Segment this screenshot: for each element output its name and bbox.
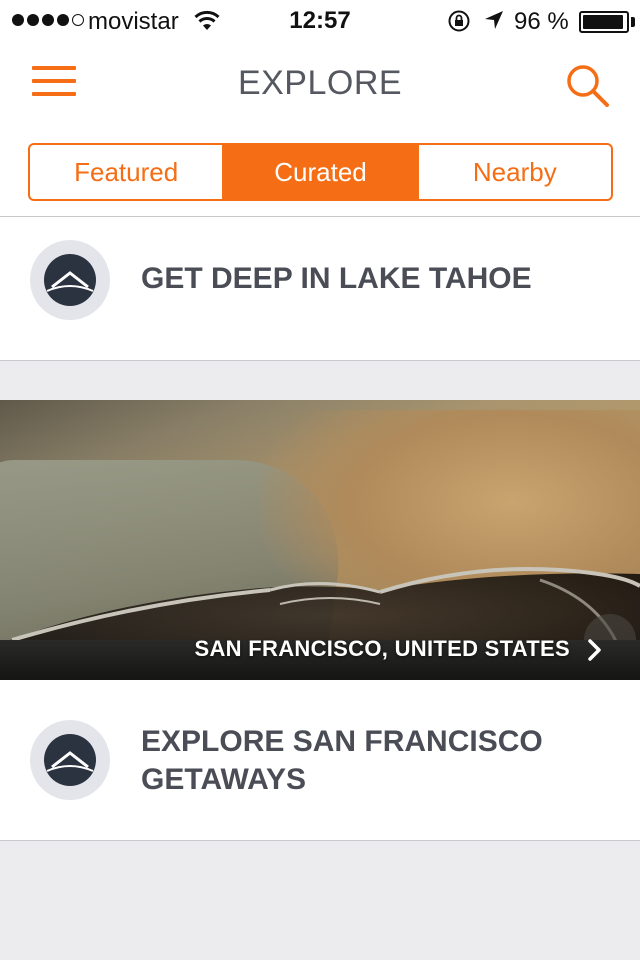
card-title-line: GETAWAYS bbox=[141, 763, 307, 796]
chevron-right-icon[interactable] bbox=[586, 638, 604, 662]
tab-nearby[interactable]: Nearby bbox=[419, 145, 611, 199]
page-title: EXPLORE bbox=[237, 64, 403, 102]
card-title[interactable]: GET DEEP IN LAKE TAHOE bbox=[141, 260, 532, 298]
list-item[interactable]: EXPLORE SAN FRANCISCO GETAWAYS bbox=[0, 680, 640, 840]
status-bar: movistar 12:57 96 % bbox=[0, 0, 640, 40]
divider bbox=[0, 840, 640, 841]
list-item[interactable]: GET DEEP IN LAKE TAHOE bbox=[0, 217, 640, 360]
location-arrow-icon bbox=[485, 11, 503, 29]
divider bbox=[0, 360, 640, 361]
mountain-logo-icon bbox=[30, 720, 110, 800]
tab-featured[interactable]: Featured bbox=[30, 145, 225, 199]
tab-curated[interactable]: Curated bbox=[224, 145, 419, 199]
mountain-logo-icon bbox=[30, 240, 110, 320]
hero-caption: SAN FRANCISCO, UNITED STATES bbox=[194, 636, 570, 661]
battery-icon bbox=[579, 11, 629, 33]
hero-image[interactable]: SAN FRANCISCO, UNITED STATES bbox=[0, 400, 640, 680]
segmented-control: Featured Curated Nearby bbox=[28, 143, 613, 201]
card-title[interactable]: EXPLORE SAN FRANCISCO GETAWAYS bbox=[141, 723, 543, 799]
rotation-lock-icon bbox=[448, 10, 470, 32]
battery-tip bbox=[631, 17, 635, 27]
search-icon[interactable] bbox=[564, 62, 610, 108]
card-title-line: EXPLORE SAN FRANCISCO bbox=[141, 725, 543, 758]
navigation-bar: EXPLORE bbox=[0, 40, 640, 128]
battery-percent: 96 % bbox=[514, 8, 569, 35]
